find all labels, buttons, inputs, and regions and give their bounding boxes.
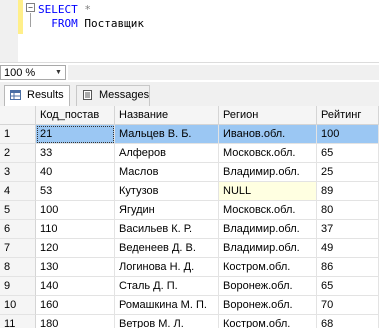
- table-cell[interactable]: 80: [317, 201, 379, 220]
- table-row[interactable]: 3 40 Маслов Владимир.обл. 25: [0, 163, 379, 182]
- table-cell[interactable]: 180: [36, 315, 115, 328]
- column-header[interactable]: Рейтинг: [317, 106, 379, 125]
- tab-messages-label: Messages: [99, 89, 150, 101]
- results-grid[interactable]: Код_постав Название Регион Рейтинг 1 21 …: [0, 106, 379, 328]
- table-cell[interactable]: 140: [36, 277, 115, 296]
- table-cell[interactable]: Костром.обл.: [219, 258, 317, 277]
- table-cell[interactable]: Московск.обл.: [219, 144, 317, 163]
- table-cell[interactable]: Маслов: [115, 163, 219, 182]
- row-number[interactable]: 10: [0, 296, 36, 315]
- table-cell[interactable]: 110: [36, 220, 115, 239]
- table-cell[interactable]: 86: [317, 258, 379, 277]
- table-cell[interactable]: Воронеж.обл.: [219, 296, 317, 315]
- row-number[interactable]: 7: [0, 239, 36, 258]
- tab-messages[interactable]: Messages: [76, 85, 150, 106]
- row-number[interactable]: 1: [0, 125, 36, 144]
- table-cell[interactable]: Костром.обл.: [219, 315, 317, 328]
- table-cell[interactable]: 33: [36, 144, 115, 163]
- table-cell[interactable]: 100: [36, 201, 115, 220]
- collapse-icon[interactable]: −: [26, 3, 35, 12]
- zoom-select[interactable]: 100 % ▼: [0, 65, 66, 80]
- table-cell[interactable]: 49: [317, 239, 379, 258]
- code-line-1: SELECT *: [38, 3, 91, 17]
- table-cell[interactable]: Васильев К. Р.: [115, 220, 219, 239]
- row-number[interactable]: 4: [0, 182, 36, 201]
- table-cell[interactable]: 40: [36, 163, 115, 182]
- messages-icon: [83, 90, 92, 100]
- table-row[interactable]: 6 110 Васильев К. Р. Владимир.обл. 37: [0, 220, 379, 239]
- tab-results[interactable]: Results: [4, 85, 70, 106]
- column-header[interactable]: Регион: [219, 106, 317, 125]
- table-cell[interactable]: 89: [317, 182, 379, 201]
- code-line-2: FROM Поставщик: [38, 17, 144, 31]
- table-row[interactable]: 9 140 Сталь Д. П. Воронеж.обл. 65: [0, 277, 379, 296]
- sql-editor[interactable]: − SELECT * FROM Поставщик: [0, 0, 379, 62]
- grid-icon: [10, 90, 21, 100]
- table-cell[interactable]: 120: [36, 239, 115, 258]
- select-rest: *: [77, 3, 91, 16]
- grid-header: Код_постав Название Регион Рейтинг: [0, 106, 379, 125]
- keyword-from: FROM: [51, 17, 78, 30]
- table-row[interactable]: 1 21 Мальцев В. Б. Иванов.обл. 100: [0, 125, 379, 144]
- from-rest: Поставщик: [77, 17, 144, 30]
- row-number[interactable]: 5: [0, 201, 36, 220]
- editor-separator: [0, 62, 379, 63]
- table-cell[interactable]: Воронеж.обл.: [219, 277, 317, 296]
- table-cell[interactable]: Алферов: [115, 144, 219, 163]
- column-header[interactable]: Код_постав: [36, 106, 115, 125]
- table-cell[interactable]: Веденеев Д. В.: [115, 239, 219, 258]
- editor-gutter: [0, 0, 18, 62]
- zoom-value: 100 %: [4, 67, 36, 79]
- table-cell[interactable]: 21: [36, 125, 115, 144]
- table-cell[interactable]: 53: [36, 182, 115, 201]
- tab-results-label: Results: [27, 89, 64, 101]
- table-row[interactable]: 2 33 Алферов Московск.обл. 65: [0, 144, 379, 163]
- table-cell[interactable]: Кутузов: [115, 182, 219, 201]
- table-cell[interactable]: Ветров М. Л.: [115, 315, 219, 328]
- table-row[interactable]: 5 100 Ягудин Московск.обл. 80: [0, 201, 379, 220]
- corner-cell[interactable]: [0, 106, 36, 125]
- table-cell[interactable]: Владимир.обл.: [219, 163, 317, 182]
- row-number[interactable]: 3: [0, 163, 36, 182]
- change-marker: [18, 0, 23, 34]
- row-number[interactable]: 2: [0, 144, 36, 163]
- row-number[interactable]: 11: [0, 315, 36, 328]
- null-cell[interactable]: NULL: [219, 182, 317, 201]
- table-cell[interactable]: Ромашкина М. П.: [115, 296, 219, 315]
- table-cell[interactable]: 25: [317, 163, 379, 182]
- table-cell[interactable]: 65: [317, 277, 379, 296]
- table-cell[interactable]: Иванов.обл.: [219, 125, 317, 144]
- table-cell[interactable]: 65: [317, 144, 379, 163]
- table-cell[interactable]: Логинова Н. Д.: [115, 258, 219, 277]
- table-cell[interactable]: 130: [36, 258, 115, 277]
- table-row[interactable]: 11 180 Ветров М. Л. Костром.обл. 68: [0, 315, 379, 328]
- table-cell[interactable]: Сталь Д. П.: [115, 277, 219, 296]
- table-cell[interactable]: Мальцев В. Б.: [115, 125, 219, 144]
- horizontal-scrollbar[interactable]: [68, 65, 379, 80]
- row-number[interactable]: 9: [0, 277, 36, 296]
- table-cell[interactable]: Владимир.обл.: [219, 239, 317, 258]
- table-row[interactable]: 10 160 Ромашкина М. П. Воронеж.обл. 70: [0, 296, 379, 315]
- outline-line: [30, 13, 31, 27]
- results-tabs: Results Messages: [0, 82, 379, 106]
- table-row[interactable]: 8 130 Логинова Н. Д. Костром.обл. 86: [0, 258, 379, 277]
- chevron-down-icon[interactable]: ▼: [53, 67, 64, 78]
- row-number[interactable]: 8: [0, 258, 36, 277]
- table-cell[interactable]: 68: [317, 315, 379, 328]
- table-cell[interactable]: Московск.обл.: [219, 201, 317, 220]
- table-cell[interactable]: 160: [36, 296, 115, 315]
- table-row[interactable]: 7 120 Веденеев Д. В. Владимир.обл. 49: [0, 239, 379, 258]
- table-cell[interactable]: 37: [317, 220, 379, 239]
- table-cell[interactable]: Владимир.обл.: [219, 220, 317, 239]
- row-number[interactable]: 6: [0, 220, 36, 239]
- table-cell[interactable]: 100: [317, 125, 379, 144]
- table-cell[interactable]: Ягудин: [115, 201, 219, 220]
- column-header[interactable]: Название: [115, 106, 219, 125]
- table-row[interactable]: 4 53 Кутузов NULL 89: [0, 182, 379, 201]
- keyword-select: SELECT: [38, 3, 78, 16]
- table-cell[interactable]: 70: [317, 296, 379, 315]
